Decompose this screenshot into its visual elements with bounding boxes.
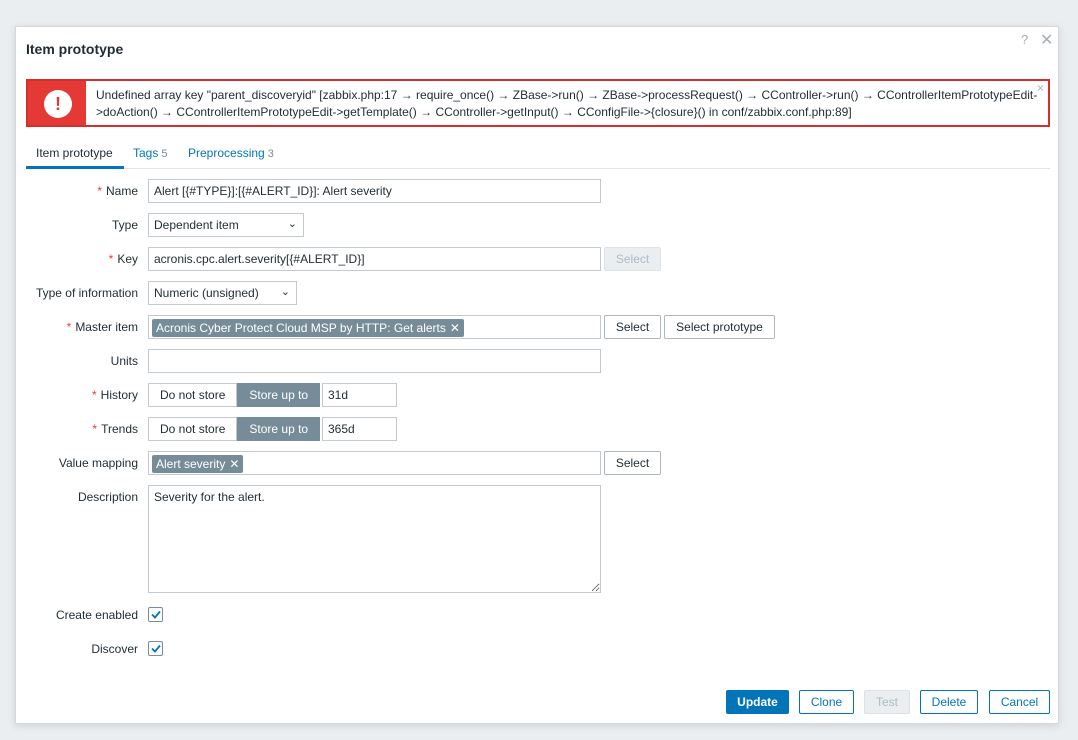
name-label-text: Name — [105, 184, 138, 198]
master-item-tag: Acronis Cyber Protect Cloud MSP by HTTP:… — [152, 319, 464, 337]
error-message-box: ! Undefined array key "parent_discoveryi… — [26, 79, 1050, 127]
checkmark-icon — [151, 644, 161, 653]
units-label: Units — [110, 354, 138, 368]
master-item-label-text: Master item — [75, 320, 138, 334]
master-item-select-prototype-button[interactable]: Select prototype — [664, 315, 775, 339]
error-sidebar: ! — [28, 81, 86, 125]
discover-checkbox[interactable] — [148, 641, 163, 656]
type-label: Type — [111, 218, 138, 232]
trends-do-not-store[interactable]: Do not store — [148, 417, 238, 441]
name-input[interactable]: Alert [{#TYPE}]:[{#ALERT_ID}]: Alert sev… — [148, 179, 601, 203]
remove-icon[interactable]: ✕ — [229, 457, 239, 471]
value-mapping-tag-label: Alert severity — [156, 457, 226, 471]
trends-store-up-to[interactable]: Store up to — [237, 417, 321, 441]
type-of-information-select[interactable]: Numeric (unsigned) ⌄ — [148, 281, 297, 305]
master-item-tag-label: Acronis Cyber Protect Cloud MSP by HTTP:… — [156, 321, 446, 335]
chevron-down-icon: ⌄ — [287, 218, 297, 230]
trends-label: * Trends — [16, 422, 138, 436]
required-mark: * — [92, 422, 98, 436]
required-mark: * — [66, 320, 72, 334]
value-mapping-tag: Alert severity ✕ — [152, 455, 244, 473]
master-item-label: * Master item — [16, 320, 138, 334]
create-enabled-checkbox[interactable] — [148, 607, 163, 622]
value-mapping-multiselect[interactable]: Alert severity ✕ — [148, 451, 601, 475]
key-label-text: Key — [117, 252, 138, 266]
history-toggle: Do not store Store up to — [148, 383, 321, 407]
tab-bar: Item prototype Tags 5 Preprocessing 3 — [26, 142, 1050, 169]
key-input[interactable]: acronis.cpc.alert.severity[{#ALERT_ID}] — [148, 247, 601, 271]
tab-preprocessing[interactable]: Preprocessing 3 — [188, 146, 274, 160]
trends-toggle: Do not store Store up to — [148, 417, 321, 441]
type-of-information-value: Numeric (unsigned) — [154, 286, 259, 300]
clone-button[interactable]: Clone — [799, 690, 854, 714]
type-select[interactable]: Dependent item ⌄ — [148, 213, 304, 237]
discover-label: Discover — [91, 642, 138, 656]
value-mapping-select-button[interactable]: Select — [604, 451, 661, 475]
key-select-button[interactable]: Select — [604, 247, 661, 271]
error-message-text: Undefined array key "parent_discoveryid"… — [96, 88, 1038, 119]
chevron-down-icon: ⌄ — [280, 286, 290, 298]
update-button[interactable]: Update — [726, 690, 789, 714]
remove-icon[interactable]: ✕ — [450, 321, 460, 335]
exclamation-icon: ! — [44, 90, 72, 118]
tab-tags[interactable]: Tags 5 — [133, 146, 167, 160]
tab-label: Tags — [133, 146, 159, 160]
key-label: * Key — [16, 252, 138, 266]
tab-label: Preprocessing — [188, 146, 265, 160]
item-prototype-dialog: Item prototype ? ✕ ! Undefined array key… — [15, 26, 1059, 724]
required-mark: * — [97, 184, 102, 198]
description-textarea[interactable]: Severity for the alert. — [148, 485, 601, 593]
error-close-icon[interactable]: × — [1037, 81, 1044, 95]
value-mapping-label: Value mapping — [58, 456, 138, 470]
checkmark-icon — [151, 610, 161, 619]
trends-input[interactable]: 365d — [322, 417, 397, 441]
active-tab-indicator — [26, 166, 124, 169]
history-label: * History — [16, 388, 138, 402]
tab-count: 3 — [267, 148, 274, 160]
create-enabled-label: Create enabled — [55, 608, 138, 622]
master-item-multiselect[interactable]: Acronis Cyber Protect Cloud MSP by HTTP:… — [148, 315, 601, 339]
cancel-button[interactable]: Cancel — [989, 690, 1050, 714]
close-icon[interactable]: ✕ — [1040, 30, 1053, 50]
name-label: * Name — [16, 184, 138, 198]
master-item-select-button[interactable]: Select — [604, 315, 661, 339]
history-store-up-to[interactable]: Store up to — [237, 383, 321, 407]
help-icon[interactable]: ? — [1021, 32, 1028, 47]
required-mark: * — [108, 252, 114, 266]
tab-count: 5 — [161, 148, 168, 160]
tab-item-prototype[interactable]: Item prototype — [36, 146, 113, 160]
history-input[interactable]: 31d — [322, 383, 397, 407]
type-of-information-label: Type of information — [35, 286, 138, 300]
type-select-value: Dependent item — [154, 218, 239, 232]
dialog-title: Item prototype — [26, 41, 124, 57]
test-button[interactable]: Test — [864, 690, 910, 714]
required-mark: * — [91, 388, 97, 402]
description-label: Description — [77, 490, 138, 504]
history-do-not-store[interactable]: Do not store — [148, 383, 238, 407]
history-label-text: History — [100, 388, 138, 402]
units-input[interactable] — [148, 349, 601, 373]
trends-label-text: Trends — [101, 422, 138, 436]
tab-label: Item prototype — [36, 146, 113, 160]
delete-button[interactable]: Delete — [920, 690, 978, 714]
